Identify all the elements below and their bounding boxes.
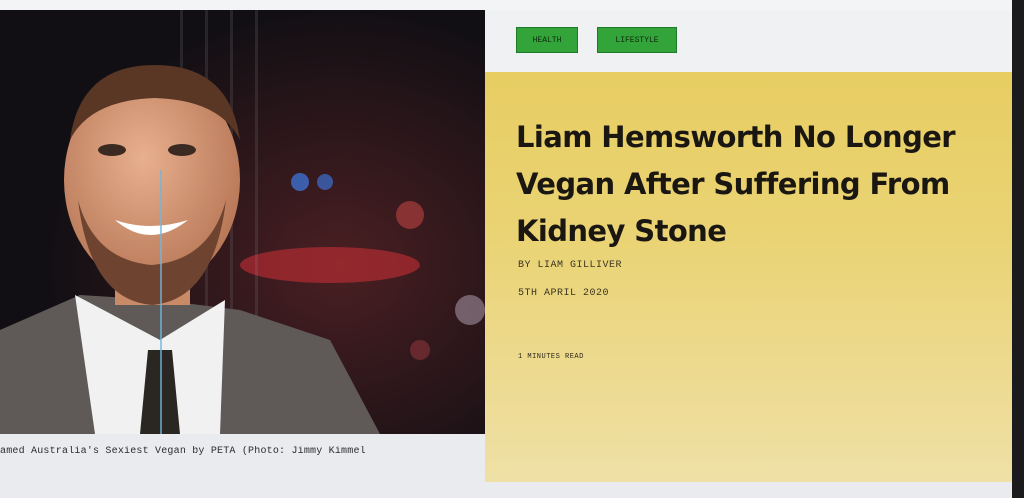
hero-photo — [0, 10, 485, 434]
article-byline: BY LIAM GILLIVER — [518, 260, 623, 271]
article-title: Liam Hemsworth No Longer Vegan After Suf… — [516, 120, 956, 248]
tag-health-button[interactable]: HEALTH — [516, 27, 578, 53]
tag-lifestyle-button[interactable]: LIFESTYLE — [597, 27, 677, 53]
article-header-panel: Liam Hemsworth No Longer Vegan After Suf… — [485, 72, 1012, 482]
image-caption: amed Australia's Sexiest Vegan by PETA (… — [0, 446, 366, 457]
article-date: 5TH APRIL 2020 — [518, 288, 610, 299]
hero-image — [0, 10, 485, 434]
top-strip — [0, 0, 1024, 10]
screen-bezel — [1012, 0, 1024, 498]
read-time: 1 MINUTES READ — [518, 353, 584, 361]
tag-bar: HEALTH LIFESTYLE — [485, 10, 1012, 72]
